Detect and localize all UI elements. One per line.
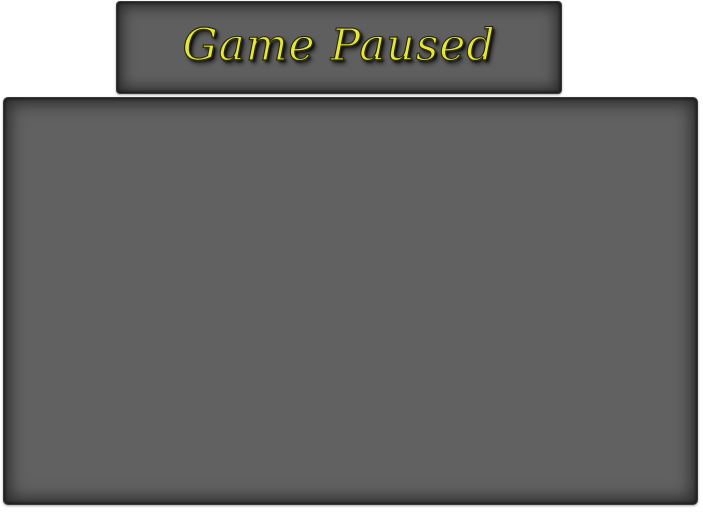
pause-menu-panel (3, 97, 698, 505)
pause-title-panel: Game Paused (116, 1, 562, 94)
pause-title: Game Paused (182, 19, 496, 71)
